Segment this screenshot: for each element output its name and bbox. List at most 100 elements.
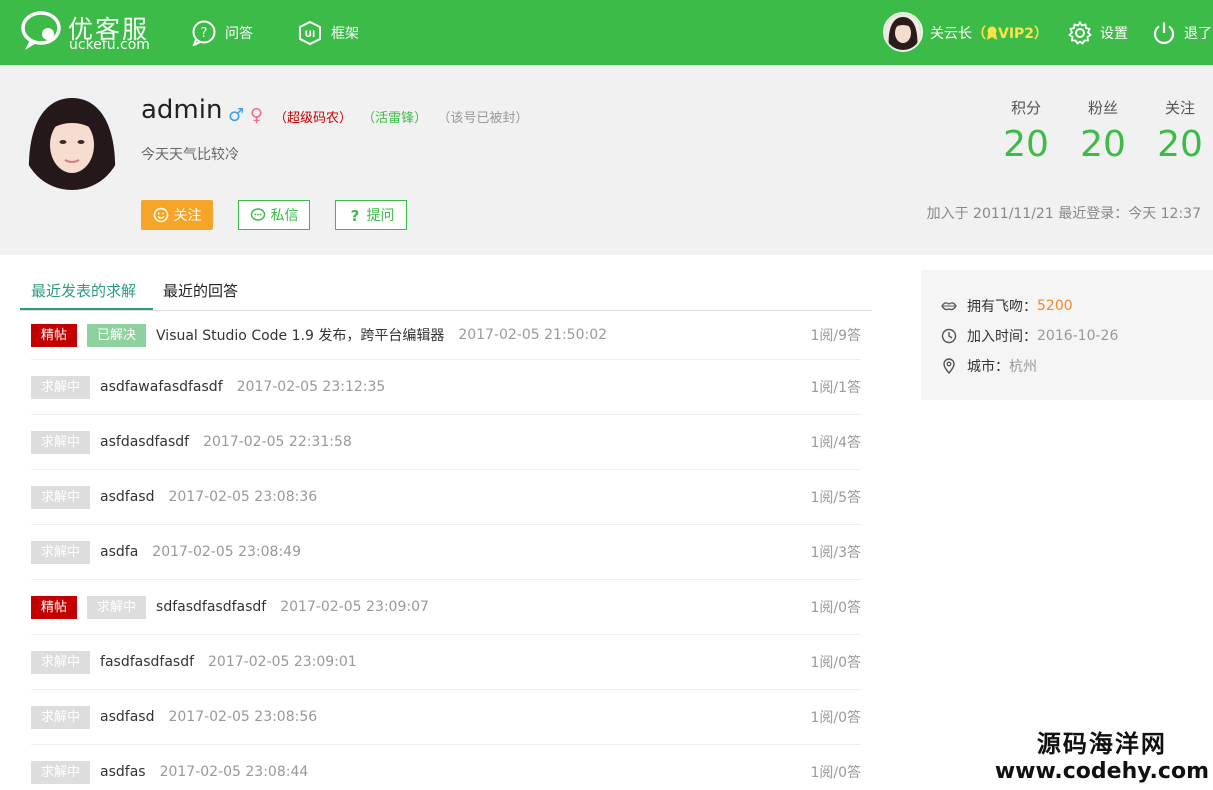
title-banned: （该号已被封） (437, 111, 529, 126)
content-tabs: 最近发表的求解 最近的回答 (20, 270, 872, 311)
svg-text:?: ? (350, 207, 359, 223)
svg-text:?: ? (201, 26, 208, 41)
clock-icon (941, 328, 957, 344)
question-read-answer-count: 1阅/0答 (810, 710, 861, 726)
kisses-value: 5200 (1037, 298, 1073, 314)
question-title-link[interactable]: Visual Studio Code 1.9 发布，跨平台编辑器 (156, 325, 444, 345)
nav-logout-label: 退了 (1184, 26, 1212, 42)
top-username: 关云长 (930, 26, 972, 42)
featured-badge: 精帖 (31, 323, 78, 347)
question-time: 2017-02-05 23:09:01 (208, 654, 357, 670)
nav-framework-link[interactable]: UI 框架 (297, 19, 359, 47)
stat-label: 粉丝 (1087, 99, 1118, 117)
lips-icon (941, 302, 957, 311)
question-read-answer-count: 1阅/9答 (810, 328, 861, 344)
kisses-label: 拥有飞吻： (967, 299, 1037, 315)
chat-icon (250, 208, 265, 221)
question-title-link[interactable]: sdfasdfasdfasdf (156, 599, 266, 615)
question-row[interactable]: 求解中 asdfasd 2017-02-05 23:08:36 1阅/5答 (31, 470, 861, 525)
stat-fans[interactable]: 粉丝 20 (1073, 97, 1133, 165)
question-mark-icon: ? (350, 207, 359, 223)
question-row[interactable]: 精帖 求解中 sdfasdfasdfasdf 2017-02-05 23:09:07 1… (31, 580, 861, 635)
pending-badge: 求解中 (31, 540, 91, 564)
stat-label: 关注 (1164, 99, 1195, 117)
top-navbar: 优客服 uckefu.com ? 问答 UI 框架 关云长（ VIP2） 设置 … (0, 0, 1213, 65)
user-portrait-icon (22, 90, 122, 190)
question-time: 2017-02-05 21:50:02 (458, 327, 608, 343)
female-icon: ♀ (249, 105, 264, 126)
user-portrait-icon (885, 14, 921, 50)
question-time: 2017-02-05 23:09:07 (280, 599, 429, 615)
watermark-cn: 源码海洋网 (1036, 730, 1167, 758)
question-title-link[interactable]: asdfas (100, 764, 146, 780)
vip-medal-icon (987, 26, 997, 40)
pending-badge: 求解中 (31, 430, 91, 454)
question-row[interactable]: 求解中 asdfa 2017-02-05 23:08:49 1阅/3答 (31, 525, 861, 580)
user-avatar-large (22, 90, 122, 190)
question-title-link[interactable]: asdfasd (100, 489, 154, 505)
question-title-link[interactable]: asdfasd (100, 709, 154, 725)
question-time: 2017-02-05 23:08:36 (168, 489, 318, 505)
ask-button-label: 提问 (366, 208, 395, 224)
chat-bubble-logo-icon (21, 11, 61, 50)
top-user-info[interactable]: 关云长（ VIP2） (930, 23, 1048, 43)
question-list: 精帖 已解决 Visual Studio Code 1.9 发布，跨平台编辑器 201… (31, 311, 861, 790)
user-avatar-small[interactable] (883, 12, 923, 52)
vip-close-paren: ） (1034, 26, 1049, 42)
question-title-link[interactable]: asfdasdfasdf (100, 434, 189, 450)
question-time: 2017-02-05 23:08:49 (152, 544, 301, 560)
question-read-answer-count: 1阅/0答 (810, 765, 861, 781)
question-row[interactable]: 求解中 asdfas 2017-02-05 23:08:44 1阅/0答 (31, 745, 861, 790)
nav-settings-link[interactable]: 设置 (1068, 19, 1128, 47)
vip-open-paren: （ (972, 26, 986, 42)
featured-badge: 精帖 (31, 595, 78, 619)
nav-qa-label: 问答 (225, 26, 253, 42)
question-bubble-icon: ? (192, 20, 216, 46)
solved-badge: 已解决 (87, 323, 147, 347)
question-time: 2017-02-05 23:08:44 (159, 764, 309, 780)
question-title-link[interactable]: asdfawafasdfasdf (100, 379, 223, 395)
question-read-answer-count: 1阅/0答 (810, 600, 861, 616)
profile-header: admin ♂ ♀ （超级码农） （活雷锋） （该号已被封） 今天天气比较冷 关… (0, 65, 1213, 255)
svg-text:UI: UI (305, 30, 316, 40)
title-coder: （超级码农） (274, 111, 353, 126)
follow-button[interactable]: 关注 (141, 200, 213, 230)
message-button[interactable]: 私信 (238, 200, 310, 230)
stat-label: 积分 (1010, 99, 1041, 117)
ask-button[interactable]: ? 提问 (335, 200, 407, 230)
question-read-answer-count: 1阅/4答 (810, 435, 861, 451)
pending-badge: 求解中 (87, 595, 147, 619)
join-time-label: 加入时间： (967, 329, 1037, 345)
nav-settings-label: 设置 (1100, 26, 1128, 42)
title-leifeng: （活雷锋） (362, 111, 428, 126)
kisses-row: 拥有飞吻： 5200 (941, 296, 1073, 316)
profile-username: admin (141, 95, 223, 125)
user-info-card: 拥有飞吻： 5200 加入时间： 2016-10-26 城市： 杭州 (921, 270, 1213, 400)
pending-badge: 求解中 (31, 650, 91, 674)
location-pin-icon (943, 358, 955, 374)
question-read-answer-count: 1阅/1答 (810, 380, 861, 396)
stat-value: 20 (1157, 124, 1203, 165)
question-read-answer-count: 1阅/5答 (810, 490, 861, 506)
question-row[interactable]: 求解中 fasdfasdfasdf 2017-02-05 23:09:01 1阅/0答 (31, 635, 861, 690)
tab-recent-questions[interactable]: 最近发表的求解 (31, 280, 136, 301)
message-button-label: 私信 (270, 208, 299, 224)
nav-qa-link[interactable]: ? 问答 (191, 19, 253, 47)
question-row[interactable]: 求解中 asdfasd 2017-02-05 23:08:56 1阅/0答 (31, 690, 861, 745)
question-row[interactable]: 求解中 asdfawafasdfasdf 2017-02-05 23:12:35 1阅… (31, 360, 861, 415)
stat-value: 20 (1080, 124, 1126, 165)
join-time-value: 2016-10-26 (1037, 328, 1119, 344)
stat-following[interactable]: 关注 20 (1150, 97, 1210, 165)
tab-recent-answers[interactable]: 最近的回答 (163, 280, 238, 301)
question-row[interactable]: 精帖 已解决 Visual Studio Code 1.9 发布，跨平台编辑器 201… (31, 311, 861, 360)
question-title-link[interactable]: asdfa (100, 544, 138, 560)
watermark-en: www.codehy.com (994, 759, 1209, 784)
question-title-link[interactable]: fasdfasdfasdf (100, 654, 194, 670)
nav-logout-link[interactable]: 退了 (1152, 19, 1212, 47)
question-time: 2017-02-05 23:08:56 (168, 709, 318, 725)
follow-button-label: 关注 (173, 208, 202, 224)
question-time: 2017-02-05 22:31:58 (203, 434, 352, 450)
question-read-answer-count: 1阅/0答 (810, 655, 861, 671)
question-row[interactable]: 求解中 asfdasdfasdf 2017-02-05 22:31:58 1阅/4答 (31, 415, 861, 470)
stat-score[interactable]: 积分 20 (996, 97, 1056, 165)
